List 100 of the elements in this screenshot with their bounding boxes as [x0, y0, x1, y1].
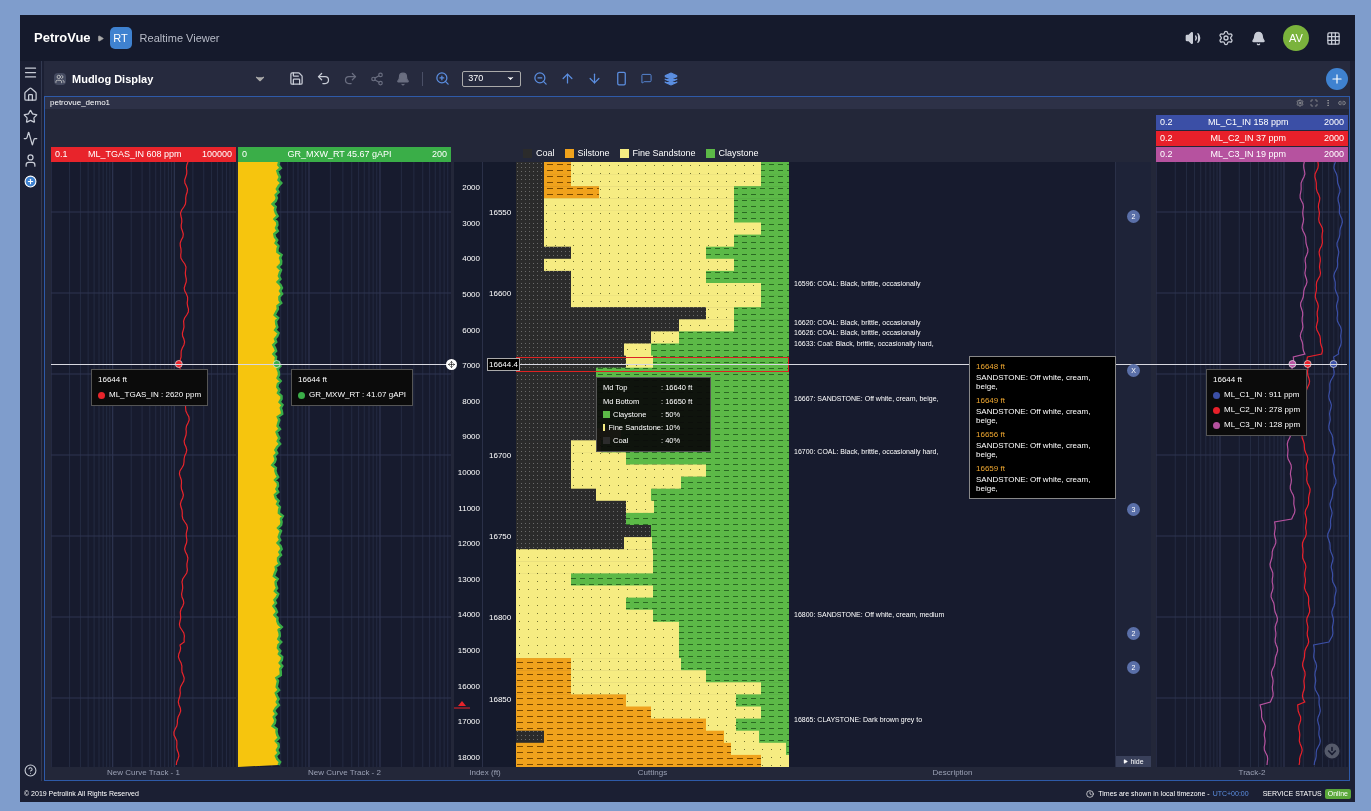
tooltip-depth: 16656 ft [976, 430, 1006, 440]
track-label: New Curve Track - 2 [307, 767, 382, 780]
index-value: 2000 [462, 182, 480, 195]
menu-icon[interactable] [23, 65, 38, 81]
index-value: 14000 [457, 609, 480, 622]
save-icon[interactable] [289, 71, 305, 87]
user-avatar[interactable]: AV [1283, 25, 1309, 52]
legend-label: Fine Sandstone [632, 146, 696, 160]
track-label: Index (ft) [468, 767, 502, 780]
tooltip-value: ML_C1_IN : 911 ppm [1224, 389, 1300, 402]
index-value: 16000 [457, 680, 480, 693]
zoom-in-icon[interactable] [435, 71, 451, 87]
index-value: 6000 [462, 324, 480, 337]
tooltip-depth: 16659 ft [976, 464, 1006, 474]
index-value: 10000 [457, 467, 480, 480]
arrow-down-icon[interactable] [587, 71, 603, 87]
index-value: 9000 [462, 431, 480, 444]
zoom-out-icon[interactable] [533, 71, 549, 87]
breadcrumb-arrow-icon [96, 34, 104, 42]
scale-max: 2000 [1323, 132, 1344, 145]
brand-name: PetroVue [34, 29, 91, 48]
display-icon [54, 72, 66, 85]
depth-value: 16600 [489, 288, 512, 301]
tooltip-value: ML_TGAS_IN : 2620 ppm [109, 389, 202, 402]
depth-value: 16750 [489, 531, 512, 544]
index-value: 12000 [457, 538, 480, 551]
help-icon[interactable] [24, 764, 37, 778]
speaker-icon[interactable] [1185, 30, 1201, 47]
undo-icon[interactable] [316, 71, 332, 87]
tooltip-text: SANDSTONE: Off white, cream, beige, [976, 441, 1092, 460]
triangle-icon [1123, 759, 1129, 765]
panel-title: petrovue_demo1 [50, 97, 111, 110]
plus-icon [1330, 71, 1344, 86]
legend-label: Silstone [577, 146, 610, 160]
depth-marker-icon [454, 700, 470, 711]
tooltip-value: ML_C2_IN : 278 ppm [1224, 404, 1301, 417]
scale-max: 200 [431, 148, 447, 161]
scale-min: 0 [242, 148, 247, 161]
star-icon[interactable] [23, 109, 38, 125]
track-label: Cuttings [636, 767, 669, 780]
index-value: 13000 [457, 573, 480, 586]
legend-label: Claystone [718, 146, 759, 160]
layers-icon[interactable] [664, 71, 679, 86]
scale-min: 0.1 [55, 148, 68, 161]
index-value: 4000 [462, 253, 480, 266]
add-button[interactable] [1326, 67, 1348, 90]
cursor-depth: 16644.4 [487, 358, 520, 372]
index-value: 3000 [462, 217, 480, 230]
crosshair-handle[interactable] [446, 359, 457, 371]
curve-name: ML_C3_IN 19 ppm [1210, 148, 1286, 161]
tooltip-depth: 16649 ft [976, 396, 1006, 406]
index-value: 5000 [462, 289, 480, 302]
tooltip-text: SANDSTONE: Off white, cream, beige, [976, 373, 1092, 392]
settings-icon[interactable] [1218, 30, 1234, 47]
link-icon[interactable] [1338, 99, 1346, 108]
scale-max: 2000 [1323, 116, 1344, 129]
scale-max: 2000 [1323, 148, 1344, 161]
scale-max: 100000 [201, 148, 232, 161]
display-name: Mudlog Display [72, 71, 154, 87]
scale-min: 0.2 [1160, 148, 1173, 161]
tooltip-depth: 16644 ft [298, 374, 328, 387]
curve-name: GR_MXW_RT 45.67 gAPI [287, 148, 392, 161]
more-icon[interactable] [1324, 99, 1332, 108]
zoom-select[interactable]: 370 [462, 70, 522, 87]
app-title: Realtime Viewer [139, 30, 220, 46]
track-label: Description [931, 767, 974, 780]
app-badge: RT [109, 27, 132, 50]
scale-min: 0.2 [1160, 116, 1173, 129]
add-icon[interactable] [24, 175, 37, 189]
network-icon[interactable] [370, 71, 385, 86]
tooltip-value: GR_MXW_RT : 41.07 gAPI [309, 389, 407, 402]
user-icon[interactable] [23, 153, 38, 169]
scale-min: 0.2 [1160, 132, 1173, 145]
tooltip-depth: 16648 ft [976, 362, 1006, 372]
index-value: 11000 [458, 502, 480, 515]
legend-label: Coal [536, 146, 555, 160]
depth-value: 16700 [489, 450, 512, 463]
apps-grid-icon[interactable] [1326, 30, 1341, 46]
curve-name: ML_C2_IN 37 ppm [1210, 132, 1286, 145]
bell-icon[interactable] [1251, 30, 1266, 46]
index-value: 15000 [457, 645, 480, 658]
redo-icon[interactable] [343, 71, 359, 87]
curve-name: ML_C1_IN 158 ppm [1207, 116, 1289, 129]
comment-icon[interactable] [641, 73, 653, 85]
tooltip-text: SANDSTONE: Off white, cream, beige, [976, 407, 1092, 426]
track-label: Track-2 [1237, 767, 1267, 780]
depth-value: 16550 [489, 207, 512, 220]
depth-value: 16800 [489, 612, 512, 625]
tooltip-depth: 16644 ft [1213, 374, 1243, 387]
depth-value: 16850 [489, 694, 512, 707]
track-label: New Curve Track - 1 [106, 767, 181, 780]
tooltip-text: SANDSTONE: Off white, cream, beige, [976, 475, 1092, 494]
index-value: 17000 [457, 716, 480, 729]
clock-icon [1086, 790, 1095, 799]
home-icon[interactable] [23, 87, 38, 103]
tooltip-value: ML_C3_IN : 128 ppm [1224, 419, 1301, 432]
index-value: 8000 [462, 395, 480, 408]
index-value: 7000 [462, 360, 480, 373]
index-value: 18000 [457, 751, 480, 764]
pulse-icon[interactable] [23, 131, 38, 147]
